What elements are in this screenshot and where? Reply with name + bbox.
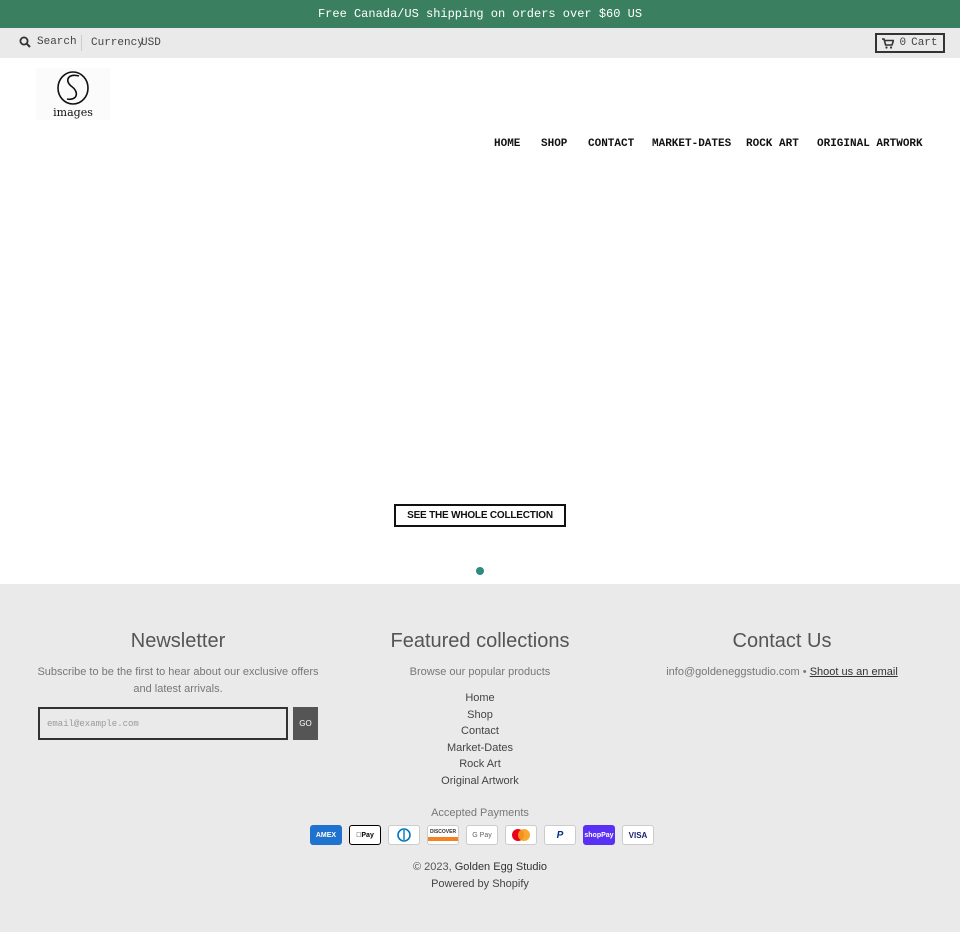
diners-club-icon [388,825,420,845]
divider [81,35,82,51]
logo-text: images [53,106,93,119]
store-name-link[interactable]: Golden Egg Studio [455,861,547,873]
cart-count: 0 [899,37,907,49]
accepted-payments-label: Accepted Payments [431,807,529,819]
cart-label: Cart [911,37,938,49]
newsletter-text: Subscribe to be the first to hear about … [37,666,319,695]
currency-select[interactable]: USD [141,37,161,49]
visa-icon: VISA [622,825,654,845]
featured-title: Featured collections [390,630,570,652]
shop-pay-icon: shop Pay [583,825,615,845]
discover-stripe [428,837,458,841]
contact-separator: • [802,666,807,678]
nav-rock-art[interactable]: ROCK ART [746,138,799,150]
logo-image: images [36,68,110,120]
apple-pay-label: Pay [358,831,373,839]
nav-home[interactable]: HOME [494,138,520,150]
cart-button[interactable]: 0 Cart [875,33,945,53]
utility-bar: Search Currency USD 0 Cart [0,28,960,58]
copyright: © 2023, Golden Egg Studio [330,861,630,873]
shop-pay-label: Pay [601,831,614,839]
mastercard-icon [505,825,537,845]
nav-original-artwork[interactable]: ORIGINAL ARTWORK [817,138,923,150]
featured-subtitle: Browse our popular products [409,666,551,678]
store-logo[interactable]: images [36,68,110,120]
footer-link-contact[interactable]: Contact [380,725,580,737]
footer-link-shop[interactable]: Shop [380,709,580,721]
cart-icon [882,37,895,49]
email-input[interactable]: email@example.com [38,707,288,740]
nav-market-dates[interactable]: MARKET-DATES [652,138,731,150]
footer: Newsletter Subscribe to be the first to … [0,584,960,932]
footer-link-rock-art[interactable]: Rock Art [380,758,580,770]
google-pay-icon: G Pay [466,825,498,845]
footer-link-original-artwork[interactable]: Original Artwork [380,775,580,787]
footer-link-home[interactable]: Home [380,692,580,704]
apple-pay-icon: Pay [349,825,381,845]
search-link[interactable]: Search [19,36,77,48]
diners-club-logo [397,828,411,842]
paypal-icon: P [544,825,576,845]
currency-label: Currency [91,37,144,49]
newsletter-title: Newsletter [130,630,226,652]
copyright-prefix: © 2023, [412,861,452,873]
discover-label: DISCOVER [429,829,457,835]
search-label: Search [37,36,77,48]
contact-email[interactable]: info@goldeneggstudio.com [666,666,799,678]
powered-by-shopify[interactable]: Powered by Shopify [330,878,630,890]
search-icon [19,36,31,48]
announcement-bar: Free Canada/US shipping on orders over $… [0,0,960,28]
nav-shop[interactable]: SHOP [541,138,567,150]
discover-icon: DISCOVER [427,825,459,845]
nav-contact[interactable]: CONTACT [588,138,634,150]
payment-icons: AMEX Pay DISCOVER G Pay P shopPay VISA [310,825,654,845]
contact-title: Contact Us [732,630,832,652]
contact-line: info@goldeneggstudio.com • Shoot us an e… [640,664,924,681]
main-nav: HOME SHOP CONTACT MARKET-DATES ROCK ART … [0,138,960,154]
mastercard-logo [512,829,530,841]
contact-email-link[interactable]: Shoot us an email [810,666,898,678]
newsletter-submit-button[interactable]: GO [293,707,318,740]
see-collection-button[interactable]: SEE THE WHOLE COLLECTION [394,504,566,527]
slide-dot[interactable] [476,567,484,575]
amex-icon: AMEX [310,825,342,845]
footer-link-market-dates[interactable]: Market-Dates [380,742,580,754]
